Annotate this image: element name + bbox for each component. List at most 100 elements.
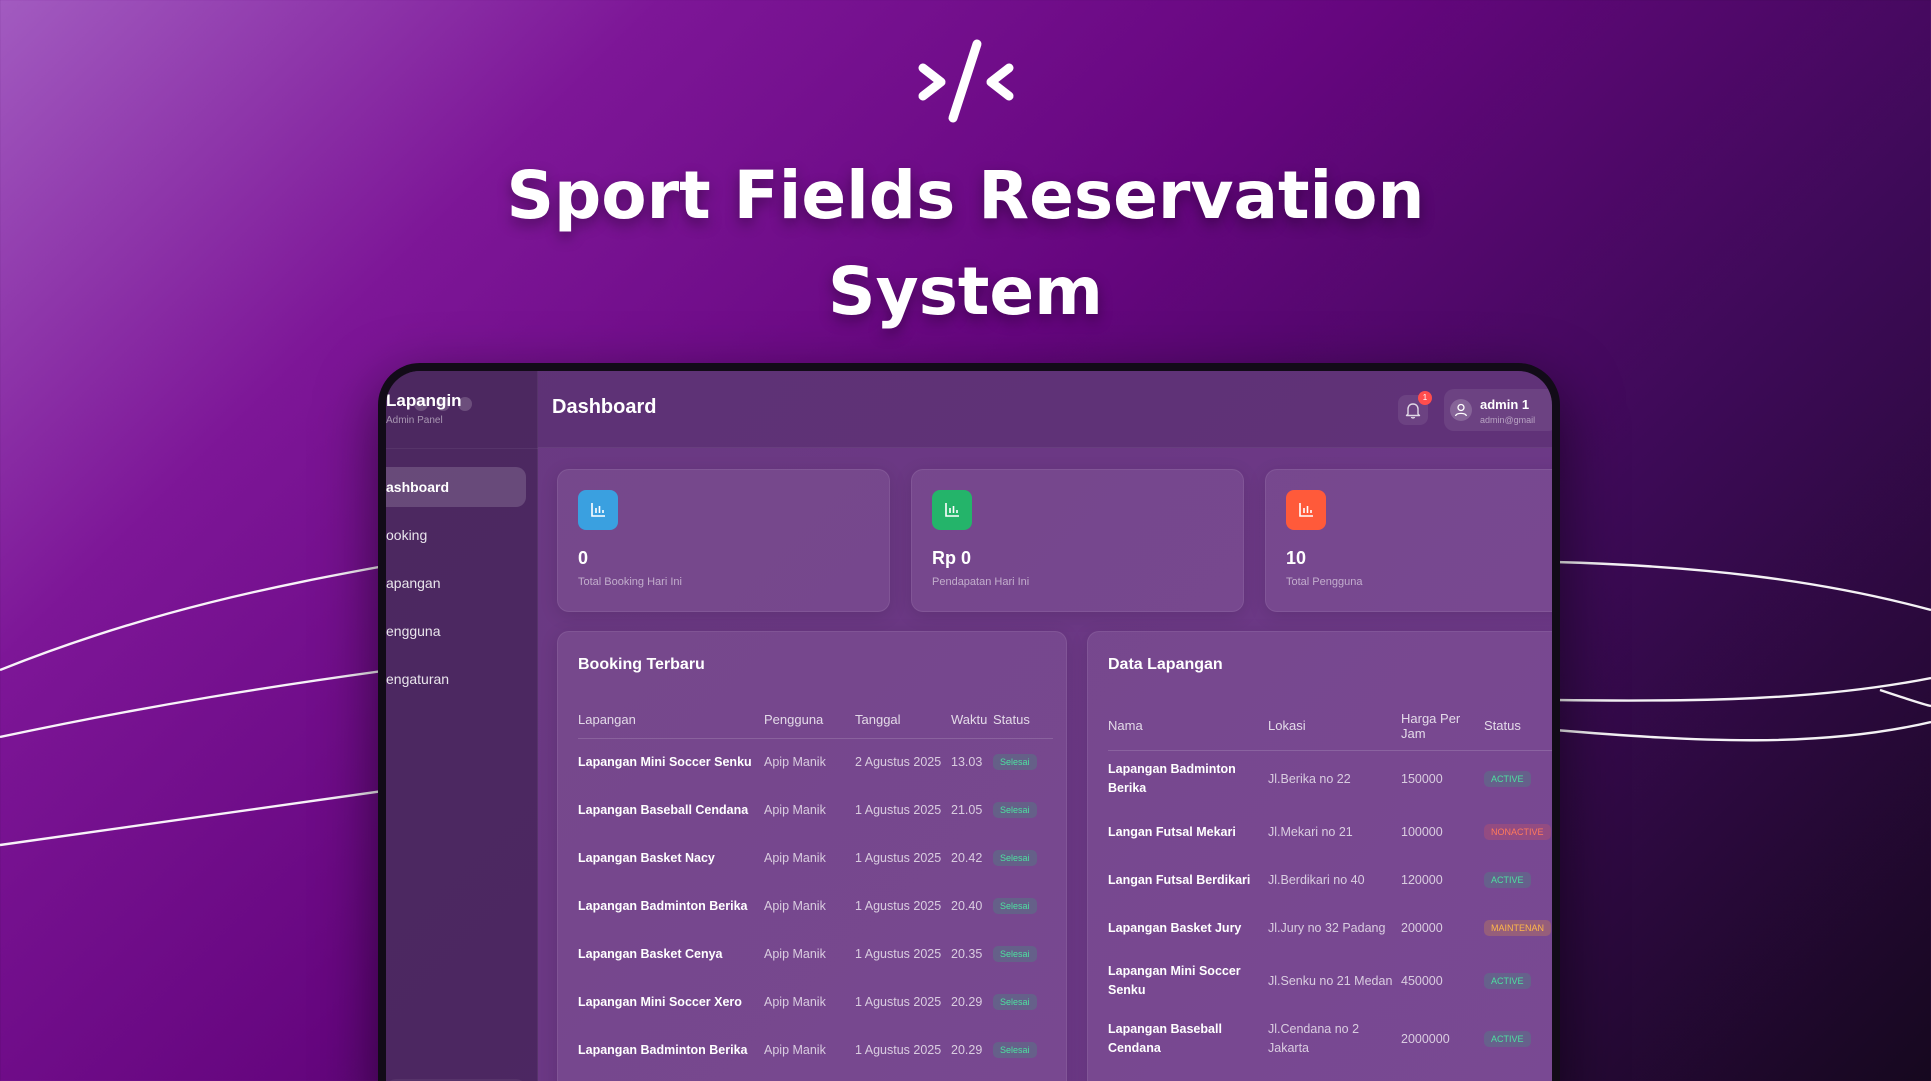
booking-time: 20.29 bbox=[951, 995, 983, 1009]
notification-badge: 1 bbox=[1418, 391, 1432, 405]
column-header: Nama bbox=[1108, 718, 1143, 734]
booking-date: 1 Agustus 2025 bbox=[855, 995, 942, 1009]
booking-field-name: Lapangan Basket Cenya bbox=[578, 947, 723, 961]
column-header: Lapangan bbox=[578, 712, 636, 728]
field-name: Lapangan Basket Jury bbox=[1108, 920, 1242, 935]
user-menu[interactable]: admin 1 admin@gmail bbox=[1444, 389, 1552, 431]
booking-field-name: Lapangan Mini Soccer Senku bbox=[578, 755, 752, 770]
table-row[interactable]: Lapangan Mini Soccer Xero Apip Manik 1 Agu… bbox=[578, 978, 1053, 1026]
booking-date: 1 Agustus 2025 bbox=[855, 899, 942, 913]
table-row[interactable]: Langan Futsal Mekari Jl.Mekari no 21 10000… bbox=[1108, 808, 1552, 856]
panel-title: Booking Terbaru bbox=[578, 656, 705, 673]
stat-value: Rp 0 bbox=[932, 548, 972, 568]
table-row[interactable]: Lapangan Badminton Berika Jl.Berika no 22… bbox=[1108, 750, 1552, 808]
field-location: Jl.Mekari no 21 bbox=[1268, 824, 1353, 839]
booking-time: 20.35 bbox=[951, 947, 983, 961]
sidebar-divider bbox=[386, 448, 538, 449]
field-status: MAINTENAN bbox=[1484, 904, 1552, 952]
sidebar-item-pengguna[interactable]: engguna bbox=[386, 611, 526, 651]
table-row[interactable]: Lapangan Mini Soccer Senku Apip Manik 2 Ag… bbox=[578, 738, 1053, 786]
field-name: Langan Futsal Mekari bbox=[1108, 824, 1236, 839]
field-name: Lapangan Mini Soccer Senku bbox=[1108, 964, 1241, 997]
stat-label: Total Pengguna bbox=[1286, 576, 1363, 588]
booking-status: Selesai bbox=[993, 930, 1053, 978]
table-row[interactable]: Lapangan Badminton Berika Apip Manik 1 Agu… bbox=[578, 882, 1053, 930]
table-row[interactable]: Langan Futsal Berdikari Jl.Berdikari no 4… bbox=[1108, 856, 1552, 904]
column-header: Pengguna bbox=[764, 712, 824, 728]
booking-time: 21.05 bbox=[951, 803, 983, 817]
status-badge: ACTIVE bbox=[1484, 872, 1531, 888]
booking-date: 1 Agustus 2025 bbox=[855, 851, 942, 865]
bar-chart-icon bbox=[945, 503, 959, 517]
hero-title: Sport Fields Reservation System bbox=[0, 148, 1931, 340]
sidebar-brand: Lapangin bbox=[386, 391, 462, 410]
field-status: ACTIVE bbox=[1484, 856, 1552, 904]
status-badge: Selesai bbox=[993, 850, 1037, 866]
field-location: Jl.Cendana no 2 Jakarta bbox=[1268, 1022, 1360, 1055]
column-header: Harga Per Jam bbox=[1401, 710, 1461, 741]
stat-card-bookings: 0 Total Booking Hari Ini bbox=[557, 469, 890, 612]
booking-user: Apip Manik bbox=[764, 851, 826, 865]
field-price: 2000000 bbox=[1401, 1032, 1450, 1046]
booking-date: 1 Agustus 2025 bbox=[855, 803, 942, 817]
user-name: admin 1 bbox=[1480, 397, 1530, 412]
table-row[interactable]: Lapangan Baseball Cendana Jl.Cendana no 2… bbox=[1108, 1010, 1552, 1068]
sidebar-nav: ashboard ooking apangan engguna engatura… bbox=[386, 467, 526, 707]
booking-field-name: Lapangan Basket Nacy bbox=[578, 851, 715, 865]
booking-user: Apip Manik bbox=[764, 947, 826, 961]
field-name: Lapangan Badminton Berika bbox=[1108, 762, 1236, 796]
sidebar-item-lapangan[interactable]: apangan bbox=[386, 563, 526, 603]
sidebar-item-dashboard[interactable]: ashboard bbox=[386, 467, 526, 507]
sidebar-item-booking[interactable]: ooking bbox=[386, 515, 526, 555]
stat-card-users: 10 Total Pengguna bbox=[1265, 469, 1552, 612]
notification-button[interactable]: 1 bbox=[1398, 391, 1432, 425]
table-row[interactable]: Lapangan Basket Nacy Apip Manik 1 Agustus … bbox=[578, 834, 1053, 882]
status-badge: ACTIVE bbox=[1484, 1031, 1531, 1047]
booking-status: Selesai bbox=[993, 786, 1053, 834]
field-name: Langan Futsal Berdikari bbox=[1108, 872, 1251, 887]
field-status: NONACTIVE bbox=[1484, 808, 1552, 856]
booking-user: Apip Manik bbox=[764, 995, 826, 1009]
hero-title-line-1: Sport Fields Reservation bbox=[506, 157, 1425, 234]
booking-status: Selesai bbox=[993, 738, 1053, 786]
field-status: ACTIVE bbox=[1484, 750, 1552, 808]
column-header: Lokasi bbox=[1268, 718, 1306, 734]
booking-user: Apip Manik bbox=[764, 1043, 826, 1057]
sidebar-item-pengaturan[interactable]: engaturan bbox=[386, 659, 526, 699]
field-price: 100000 bbox=[1401, 825, 1443, 839]
column-header: Waktu bbox=[951, 712, 988, 728]
field-location: Jl.Berika no 22 bbox=[1268, 771, 1351, 786]
topbar: Dashboard 1 admin 1 admin@gmail bbox=[538, 371, 1552, 448]
table-row[interactable]: Lapangan Basket Cenya Apip Manik 1 Agustus… bbox=[578, 930, 1053, 978]
user-icon bbox=[1454, 403, 1468, 417]
field-price: 450000 bbox=[1401, 974, 1443, 988]
field-location: Jl.Berdikari no 40 bbox=[1268, 872, 1365, 887]
table-row[interactable]: Lapangan Baseball Cendana Apip Manik 1 Agu… bbox=[578, 786, 1053, 834]
status-badge: Selesai bbox=[993, 994, 1037, 1010]
field-status: ACTIVE bbox=[1484, 952, 1552, 1010]
field-location: Jl.Senku no 21 Medan bbox=[1268, 973, 1393, 988]
status-badge: ACTIVE bbox=[1484, 771, 1531, 788]
table-row[interactable]: Lapangan Basket Jury Jl.Jury no 32 Padang… bbox=[1108, 904, 1552, 952]
field-price: 120000 bbox=[1401, 873, 1443, 887]
field-price: 150000 bbox=[1401, 772, 1443, 787]
booking-field-name: Lapangan Badminton Berika bbox=[578, 1043, 748, 1057]
recent-bookings-panel: Booking Terbaru Lapangan Pengguna Tangga… bbox=[557, 631, 1067, 1081]
brand-logo bbox=[0, 38, 1931, 132]
status-badge: MAINTENAN bbox=[1484, 920, 1552, 936]
booking-user: Apip Manik bbox=[764, 755, 826, 770]
table-row[interactable]: Lapangan Mini Soccer Senku Jl.Senku no 21… bbox=[1108, 952, 1552, 1010]
field-status: ACTIVE bbox=[1484, 1010, 1552, 1068]
sidebar: Lapangin Admin Panel ashboard ooking apa… bbox=[386, 371, 538, 1081]
table-row[interactable]: Lapangan Badminton Berika Apip Manik 1 Agu… bbox=[578, 1026, 1053, 1074]
status-badge: Selesai bbox=[993, 946, 1037, 962]
field-name: Lapangan Baseball Cendana bbox=[1108, 1022, 1222, 1055]
avatar bbox=[1450, 399, 1472, 421]
booking-date: 2 Agustus 2025 bbox=[855, 755, 942, 770]
stat-value: 0 bbox=[578, 548, 589, 568]
booking-date: 1 Agustus 2025 bbox=[855, 1043, 942, 1057]
field-price: 200000 bbox=[1401, 921, 1443, 935]
booking-status: Selesai bbox=[993, 978, 1053, 1026]
field-location: Jl.Jury no 32 Padang bbox=[1268, 920, 1386, 935]
fields-table: Nama Lokasi Harga Per Jam Status Lapanga… bbox=[1108, 702, 1552, 1068]
